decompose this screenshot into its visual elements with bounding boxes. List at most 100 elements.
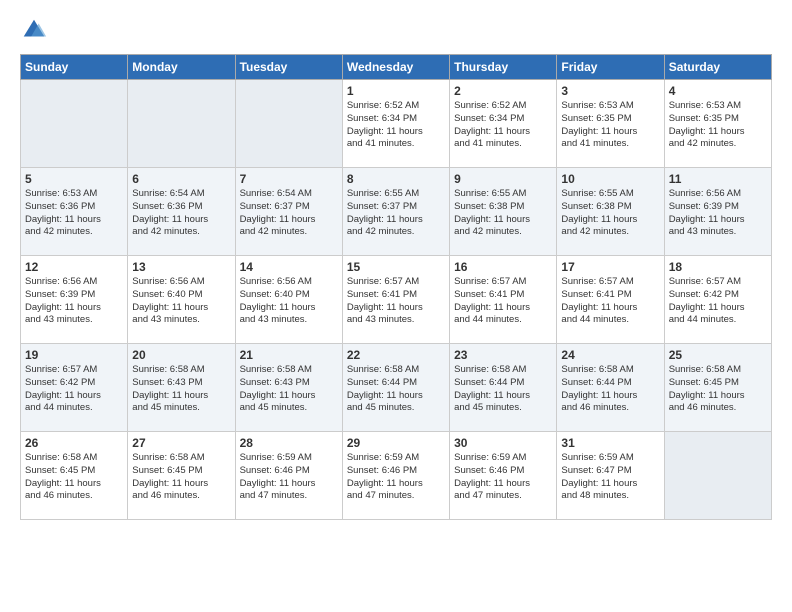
day-number: 10	[561, 172, 659, 186]
table-row: 6Sunrise: 6:54 AMSunset: 6:36 PMDaylight…	[128, 168, 235, 256]
col-friday: Friday	[557, 55, 664, 80]
table-row: 1Sunrise: 6:52 AMSunset: 6:34 PMDaylight…	[342, 80, 449, 168]
day-number: 24	[561, 348, 659, 362]
day-info-text: Sunrise: 6:56 AM	[132, 276, 230, 289]
day-info-text: and 41 minutes.	[347, 138, 445, 151]
day-info-text: Daylight: 11 hours	[454, 214, 552, 227]
day-info-text: and 42 minutes.	[347, 226, 445, 239]
day-info-text: Daylight: 11 hours	[347, 390, 445, 403]
day-number: 20	[132, 348, 230, 362]
day-info-text: Sunset: 6:38 PM	[454, 201, 552, 214]
day-number: 7	[240, 172, 338, 186]
day-info-text: and 46 minutes.	[561, 402, 659, 415]
col-wednesday: Wednesday	[342, 55, 449, 80]
day-info-text: Sunset: 6:47 PM	[561, 465, 659, 478]
day-info-text: Daylight: 11 hours	[669, 214, 767, 227]
calendar-week-row: 5Sunrise: 6:53 AMSunset: 6:36 PMDaylight…	[21, 168, 772, 256]
day-info-text: Sunset: 6:42 PM	[669, 289, 767, 302]
day-info-text: Daylight: 11 hours	[561, 390, 659, 403]
day-info-text: Sunrise: 6:52 AM	[347, 100, 445, 113]
day-info-text: and 43 minutes.	[132, 314, 230, 327]
day-info-text: and 45 minutes.	[240, 402, 338, 415]
table-row: 21Sunrise: 6:58 AMSunset: 6:43 PMDayligh…	[235, 344, 342, 432]
day-info-text: Sunset: 6:39 PM	[25, 289, 123, 302]
table-row: 31 Sunrise: 6:59 AMSunset: 6:47 PMDayligh…	[557, 432, 664, 520]
day-info-text: Sunrise: 6:56 AM	[669, 188, 767, 201]
day-number: 4	[669, 84, 767, 98]
day-info-text: Sunset: 6:44 PM	[561, 377, 659, 390]
day-info-text: Sunrise: 6:57 AM	[561, 276, 659, 289]
day-info-text: and 43 minutes.	[669, 226, 767, 239]
day-number: 17	[561, 260, 659, 274]
day-number: 18	[669, 260, 767, 274]
day-info-text: Sunset: 6:38 PM	[561, 201, 659, 214]
day-info-text: Sunrise: 6:59 AM	[561, 452, 659, 465]
table-row: 15Sunrise: 6:57 AMSunset: 6:41 PMDayligh…	[342, 256, 449, 344]
day-info-text: and 43 minutes.	[240, 314, 338, 327]
day-info-text: Sunrise: 6:57 AM	[669, 276, 767, 289]
day-info-text: and 42 minutes.	[561, 226, 659, 239]
table-row: 24 Sunrise: 6:58 AMSunset: 6:44 PMDayligh…	[557, 344, 664, 432]
day-number: 23	[454, 348, 552, 362]
day-info-text: Sunrise: 6:54 AM	[132, 188, 230, 201]
day-info-text: Daylight: 11 hours	[240, 214, 338, 227]
day-info-text: Daylight: 11 hours	[561, 302, 659, 315]
page: Sunday Monday Tuesday Wednesday Thursday…	[0, 0, 792, 612]
day-number: 22	[347, 348, 445, 362]
day-number: 30	[454, 436, 552, 450]
day-info-text: Daylight: 11 hours	[454, 302, 552, 315]
day-info-text: and 44 minutes.	[25, 402, 123, 415]
day-info-text: Sunset: 6:45 PM	[25, 465, 123, 478]
calendar-week-row: 1Sunrise: 6:52 AMSunset: 6:34 PMDaylight…	[21, 80, 772, 168]
day-info-text: and 45 minutes.	[347, 402, 445, 415]
table-row: 12Sunrise: 6:56 AMSunset: 6:39 PMDayligh…	[21, 256, 128, 344]
day-info-text: Daylight: 11 hours	[561, 126, 659, 139]
day-info-text: Sunset: 6:41 PM	[561, 289, 659, 302]
day-info-text: Daylight: 11 hours	[347, 214, 445, 227]
day-info-text: Daylight: 11 hours	[561, 478, 659, 491]
table-row: 4Sunrise: 6:53 AMSunset: 6:35 PMDaylight…	[664, 80, 771, 168]
table-row: 20Sunrise: 6:58 AMSunset: 6:43 PMDayligh…	[128, 344, 235, 432]
day-info-text: and 46 minutes.	[669, 402, 767, 415]
day-info-text: Daylight: 11 hours	[240, 302, 338, 315]
day-info-text: Sunset: 6:46 PM	[454, 465, 552, 478]
day-info-text: Sunset: 6:42 PM	[25, 377, 123, 390]
day-info-text: Sunrise: 6:58 AM	[347, 364, 445, 377]
day-info-text: Sunrise: 6:58 AM	[669, 364, 767, 377]
day-number: 6	[132, 172, 230, 186]
day-info-text: and 47 minutes.	[240, 490, 338, 503]
day-info-text: Daylight: 11 hours	[240, 390, 338, 403]
day-info-text: Daylight: 11 hours	[25, 302, 123, 315]
table-row: 19Sunrise: 6:57 AMSunset: 6:42 PMDayligh…	[21, 344, 128, 432]
day-info-text: Sunrise: 6:57 AM	[347, 276, 445, 289]
day-number: 5	[25, 172, 123, 186]
day-number: 31	[561, 436, 659, 450]
day-info-text: Sunset: 6:37 PM	[240, 201, 338, 214]
col-tuesday: Tuesday	[235, 55, 342, 80]
day-info-text: and 44 minutes.	[669, 314, 767, 327]
day-info-text: and 44 minutes.	[454, 314, 552, 327]
day-info-text: Sunrise: 6:58 AM	[240, 364, 338, 377]
day-info-text: Sunset: 6:41 PM	[347, 289, 445, 302]
calendar-week-row: 26Sunrise: 6:58 AMSunset: 6:45 PMDayligh…	[21, 432, 772, 520]
day-info-text: and 42 minutes.	[454, 226, 552, 239]
day-info-text: Sunrise: 6:59 AM	[347, 452, 445, 465]
day-info-text: Sunrise: 6:58 AM	[561, 364, 659, 377]
table-row: 5Sunrise: 6:53 AMSunset: 6:36 PMDaylight…	[21, 168, 128, 256]
table-row: 9Sunrise: 6:55 AMSunset: 6:38 PMDaylight…	[450, 168, 557, 256]
day-info-text: Sunset: 6:46 PM	[240, 465, 338, 478]
day-info-text: Sunset: 6:35 PM	[669, 113, 767, 126]
day-info-text: Sunset: 6:45 PM	[132, 465, 230, 478]
day-info-text: Sunrise: 6:58 AM	[132, 452, 230, 465]
table-row	[21, 80, 128, 168]
day-info-text: Sunrise: 6:55 AM	[347, 188, 445, 201]
day-info-text: and 43 minutes.	[25, 314, 123, 327]
day-info-text: Sunrise: 6:58 AM	[454, 364, 552, 377]
logo-icon	[20, 16, 48, 44]
day-info-text: Daylight: 11 hours	[132, 390, 230, 403]
day-info-text: Sunrise: 6:57 AM	[454, 276, 552, 289]
calendar-header-row: Sunday Monday Tuesday Wednesday Thursday…	[21, 55, 772, 80]
day-info-text: Sunrise: 6:56 AM	[25, 276, 123, 289]
day-info-text: and 42 minutes.	[240, 226, 338, 239]
logo	[20, 16, 52, 44]
